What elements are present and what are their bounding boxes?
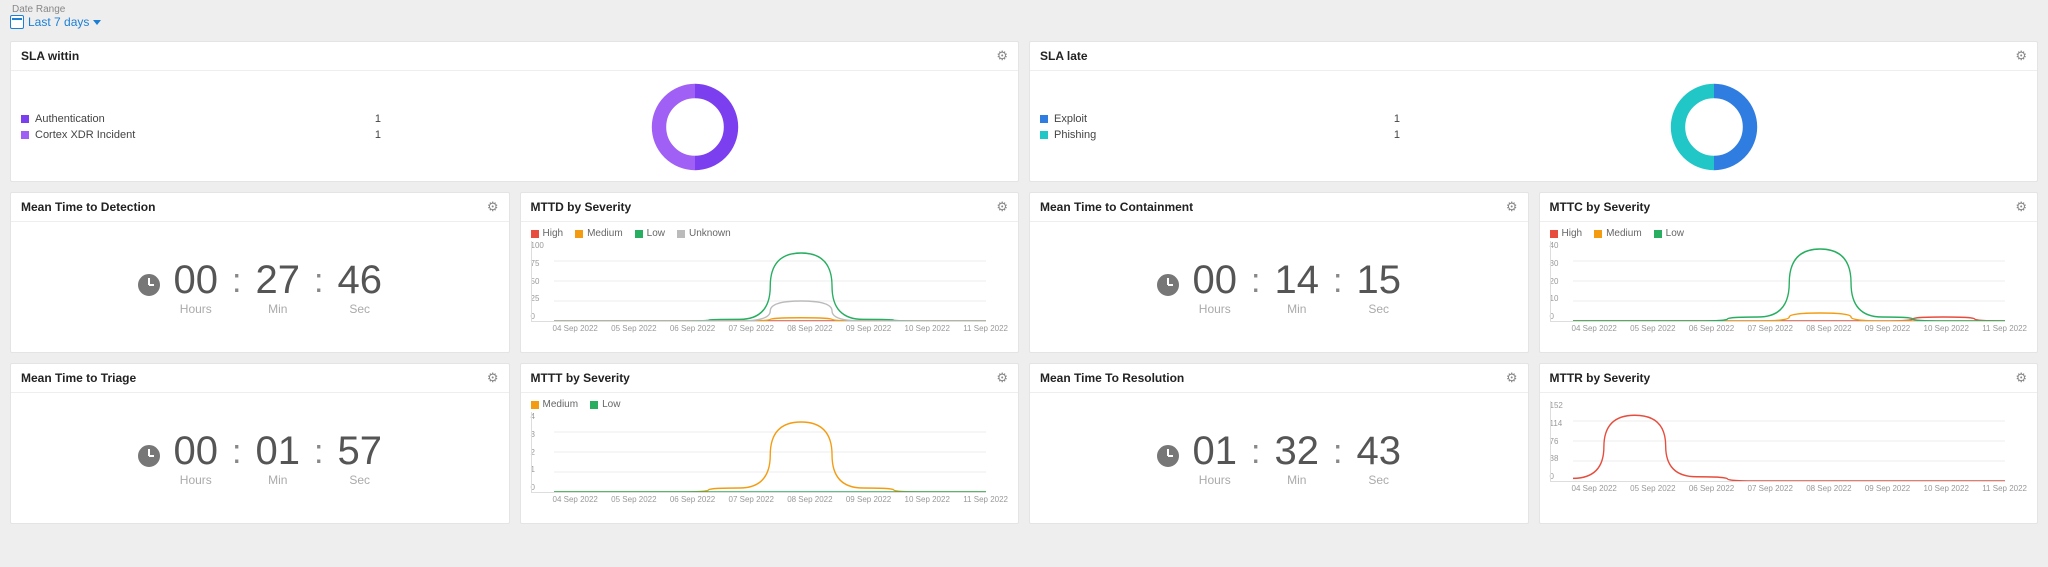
clock-icon bbox=[138, 274, 160, 296]
card-title: Mean Time To Resolution bbox=[1040, 371, 1184, 385]
sla-late-list: Exploit1Phishing1 bbox=[1040, 111, 1400, 143]
line-chart: 15211476380 04 Sep 202205 Sep 202206 Sep… bbox=[1550, 401, 2028, 511]
date-range-filter: Date Range Last 7 days bbox=[0, 0, 2048, 35]
legend-item[interactable]: Exploit1 bbox=[1040, 111, 1400, 127]
line-chart: 403020100 04 Sep 202205 Sep 202206 Sep 2… bbox=[1550, 241, 2028, 351]
gear-icon[interactable]: ⚙ bbox=[2015, 48, 2027, 64]
card-title: MTTT by Severity bbox=[531, 371, 630, 385]
sec-label: Sec bbox=[1356, 302, 1401, 316]
legend-item[interactable]: Medium bbox=[575, 228, 623, 239]
card-title: MTTC by Severity bbox=[1550, 200, 1651, 214]
legend-item[interactable]: Medium bbox=[531, 399, 579, 410]
donut-chart bbox=[650, 82, 740, 172]
sec-value: 43 bbox=[1356, 431, 1401, 471]
sec-value: 15 bbox=[1356, 260, 1401, 300]
hours-label: Hours bbox=[174, 473, 219, 487]
legend-item[interactable]: Medium bbox=[1594, 228, 1642, 239]
gear-icon[interactable]: ⚙ bbox=[996, 370, 1008, 386]
min-label: Min bbox=[256, 302, 301, 316]
card-sla-late: SLA late ⚙ Exploit1Phishing1 bbox=[1029, 41, 2038, 182]
card-mttc: Mean Time to Containment ⚙ 00Hours : 14M… bbox=[1029, 192, 1529, 353]
time-display: 00Hours : 01Min : 57Sec bbox=[138, 431, 382, 487]
legend-item[interactable]: High bbox=[531, 228, 564, 239]
legend-item[interactable]: Low bbox=[1654, 228, 1684, 239]
legend-item[interactable]: High bbox=[1550, 228, 1583, 239]
sec-label: Sec bbox=[1356, 473, 1401, 487]
min-value: 32 bbox=[1275, 431, 1320, 471]
card-title: Mean Time to Triage bbox=[21, 371, 136, 385]
legend-item[interactable]: Authentication1 bbox=[21, 111, 381, 127]
calendar-icon bbox=[10, 15, 24, 29]
chart-legend: Medium Low bbox=[531, 399, 1009, 410]
legend-item[interactable]: Low bbox=[635, 228, 665, 239]
sec-value: 57 bbox=[337, 431, 382, 471]
chart-legend: High Medium Low bbox=[1550, 228, 2028, 239]
time-display: 01Hours : 32Min : 43Sec bbox=[1157, 431, 1401, 487]
card-mttd: Mean Time to Detection ⚙ 00Hours : 27Min… bbox=[10, 192, 510, 353]
gear-icon[interactable]: ⚙ bbox=[487, 370, 499, 386]
hours-label: Hours bbox=[174, 302, 219, 316]
date-range-select[interactable]: Last 7 days bbox=[10, 15, 2038, 29]
gear-icon[interactable]: ⚙ bbox=[487, 199, 499, 215]
card-title: MTTR by Severity bbox=[1550, 371, 1651, 385]
min-value: 27 bbox=[256, 260, 301, 300]
legend-item[interactable]: Low bbox=[590, 399, 620, 410]
card-title: Mean Time to Detection bbox=[21, 200, 155, 214]
gear-icon[interactable]: ⚙ bbox=[996, 48, 1008, 64]
gear-icon[interactable]: ⚙ bbox=[2015, 199, 2027, 215]
min-value: 14 bbox=[1275, 260, 1320, 300]
hours-label: Hours bbox=[1193, 302, 1238, 316]
time-display: 00Hours : 14Min : 15Sec bbox=[1157, 260, 1401, 316]
line-chart: 43210 04 Sep 202205 Sep 202206 Sep 20220… bbox=[531, 412, 1009, 522]
gear-icon[interactable]: ⚙ bbox=[1506, 199, 1518, 215]
card-mttt-severity: MTTT by Severity ⚙ Medium Low 43210 04 Se… bbox=[520, 363, 1020, 524]
clock-icon bbox=[1157, 274, 1179, 296]
legend-item[interactable]: Unknown bbox=[677, 228, 731, 239]
card-title: Mean Time to Containment bbox=[1040, 200, 1193, 214]
hours-label: Hours bbox=[1193, 473, 1238, 487]
card-mttd-severity: MTTD by Severity ⚙ HighMediumLowUnknown … bbox=[520, 192, 1020, 353]
date-range-label: Date Range bbox=[12, 4, 2038, 15]
legend-item[interactable]: Phishing1 bbox=[1040, 127, 1400, 143]
hours-value: 00 bbox=[1193, 260, 1238, 300]
card-title: SLA wittin bbox=[21, 49, 79, 63]
hours-value: 01 bbox=[1193, 431, 1238, 471]
min-label: Min bbox=[1275, 302, 1320, 316]
min-label: Min bbox=[1275, 473, 1320, 487]
sec-label: Sec bbox=[337, 473, 382, 487]
chart-legend: High Medium Low Unknown bbox=[531, 228, 1009, 239]
hours-value: 00 bbox=[174, 431, 219, 471]
hours-value: 00 bbox=[174, 260, 219, 300]
gear-icon[interactable]: ⚙ bbox=[2015, 370, 2027, 386]
sec-value: 46 bbox=[337, 260, 382, 300]
card-title: SLA late bbox=[1040, 49, 1088, 63]
clock-icon bbox=[138, 445, 160, 467]
legend-item[interactable]: Cortex XDR Incident1 bbox=[21, 127, 381, 143]
date-range-text: Last 7 days bbox=[28, 15, 89, 29]
min-label: Min bbox=[256, 473, 301, 487]
card-mttr-severity: MTTR by Severity ⚙ 15211476380 04 Sep 20… bbox=[1539, 363, 2039, 524]
chevron-down-icon bbox=[93, 20, 101, 25]
card-mttt: Mean Time to Triage ⚙ 00Hours : 01Min : … bbox=[10, 363, 510, 524]
card-mttc-severity: MTTC by Severity ⚙ High Medium Low 4030201… bbox=[1539, 192, 2039, 353]
line-chart: 1007550250 04 Sep 202205 Sep 202206 Sep … bbox=[531, 241, 1009, 351]
sla-within-list: Authentication1Cortex XDR Incident1 bbox=[21, 111, 381, 143]
gear-icon[interactable]: ⚙ bbox=[996, 199, 1008, 215]
gear-icon[interactable]: ⚙ bbox=[1506, 370, 1518, 386]
card-title: MTTD by Severity bbox=[531, 200, 632, 214]
sec-label: Sec bbox=[337, 302, 382, 316]
time-display: 00Hours : 27Min : 46Sec bbox=[138, 260, 382, 316]
min-value: 01 bbox=[256, 431, 301, 471]
donut-chart bbox=[1669, 82, 1759, 172]
clock-icon bbox=[1157, 445, 1179, 467]
card-mttr: Mean Time To Resolution ⚙ 01Hours : 32Mi… bbox=[1029, 363, 1529, 524]
card-sla-within: SLA wittin ⚙ Authentication1Cortex XDR I… bbox=[10, 41, 1019, 182]
